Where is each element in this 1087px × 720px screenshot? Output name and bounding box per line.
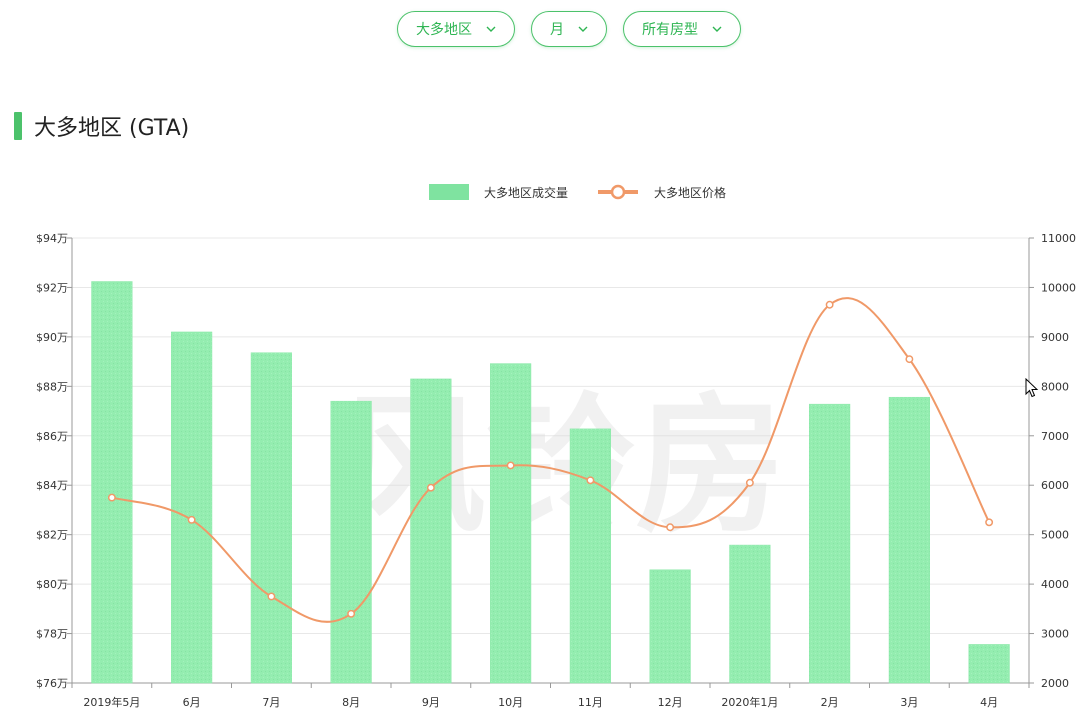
y-left-tick-label: $80万 [36, 578, 68, 591]
x-tick-label: 12月 [658, 696, 683, 709]
combo-chart: $76万 $78万 $80万 $82万 $84万 $86万 $88万 $90万 $92万 $94万… [36, 184, 1076, 709]
y-left-tick-label: $82万 [36, 529, 68, 542]
region-dropdown[interactable]: 大多地区 [397, 11, 515, 47]
section-header: 大多地区 (GTA) [14, 112, 190, 141]
x-tick-label: 3月 [900, 696, 918, 709]
price-point [187, 515, 196, 524]
x-tick-label: 11月 [578, 696, 603, 709]
bar [569, 428, 611, 684]
bar [91, 281, 133, 684]
bar [729, 544, 771, 684]
region-dropdown-label: 大多地区 [416, 22, 472, 38]
price-point [107, 493, 116, 502]
y-left-tick-label: $92万 [36, 281, 68, 294]
bar [888, 396, 930, 684]
bar [330, 400, 372, 684]
price-point [666, 523, 675, 532]
bar [649, 569, 691, 684]
price-point [586, 476, 595, 485]
bar [410, 378, 452, 684]
legend-line-marker [610, 184, 626, 200]
price-point [825, 300, 834, 309]
bar [968, 644, 1010, 684]
legend-line-label: 大多地区价格 [654, 185, 726, 200]
x-tick-label: 2019年5月 [83, 695, 140, 709]
x-tick-label: 10月 [498, 696, 523, 709]
x-tick-label: 2020年1月 [721, 695, 778, 709]
y-right-tick-label: 10000 [1041, 281, 1076, 294]
y-left-tick-label: $90万 [36, 331, 68, 344]
house-type-dropdown[interactable]: 所有房型 [623, 11, 741, 47]
y-right-tick-label: 3000 [1041, 628, 1069, 641]
x-tick-label: 7月 [262, 696, 280, 709]
x-tick-label: 2月 [821, 696, 839, 709]
x-tick-label: 6月 [183, 696, 201, 709]
x-tick-label: 4月 [980, 696, 998, 709]
mouse-cursor-icon [1025, 378, 1039, 398]
price-point [347, 609, 356, 618]
section-title: 大多地区 (GTA) [34, 116, 190, 141]
price-point [745, 478, 754, 487]
legend-bar-label: 大多地区成交量 [484, 185, 568, 200]
price-point [985, 518, 994, 527]
x-tick-label: 9月 [422, 696, 440, 709]
period-dropdown-label: 月 [550, 22, 564, 38]
y-right-tick-label: 6000 [1041, 479, 1069, 492]
y-right-tick-label: 11000 [1041, 232, 1076, 245]
period-dropdown[interactable]: 月 [531, 11, 607, 47]
y-left-tick-label: $94万 [36, 232, 68, 245]
price-point [905, 355, 914, 364]
x-tick-label: 8月 [342, 696, 360, 709]
price-point [267, 592, 276, 601]
y-right-tick-label: 5000 [1041, 529, 1069, 542]
section-accent-bar [14, 112, 22, 140]
chevron-down-icon [486, 26, 496, 32]
chevron-down-icon [578, 26, 588, 32]
bar [250, 352, 292, 684]
y-left-tick-label: $76万 [36, 677, 68, 690]
legend-bar-swatch [429, 184, 469, 200]
y-right-tick-label: 4000 [1041, 578, 1069, 591]
bar [171, 331, 213, 684]
filter-bar: 大多地区 月 所有房型 [0, 11, 1087, 49]
price-point [506, 461, 515, 470]
y-left-tick-label: $84万 [36, 479, 68, 492]
chevron-down-icon [712, 26, 722, 32]
y-right-tick-label: 8000 [1041, 380, 1069, 393]
y-right-tick-label: 7000 [1041, 430, 1069, 443]
y-right-tick-label: 9000 [1041, 331, 1069, 344]
y-left-tick-label: $78万 [36, 628, 68, 641]
y-left-tick-label: $88万 [36, 380, 68, 393]
y-left-tick-label: $86万 [36, 430, 68, 443]
bar [809, 403, 851, 684]
y-right-tick-label: 2000 [1041, 677, 1069, 690]
house-type-dropdown-label: 所有房型 [642, 22, 698, 38]
price-point [426, 483, 435, 492]
bar [490, 363, 532, 684]
